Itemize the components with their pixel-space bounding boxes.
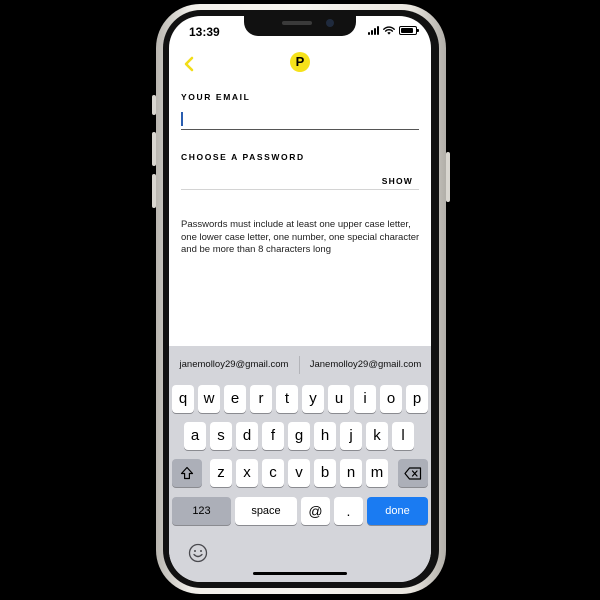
numbers-key[interactable]: 123: [172, 497, 231, 525]
text-cursor: [181, 112, 183, 126]
key-t[interactable]: t: [276, 385, 298, 413]
delete-key[interactable]: [398, 459, 428, 487]
battery-icon: [399, 26, 419, 35]
suggestion-1[interactable]: janemolloy29@gmail.com: [169, 346, 299, 384]
speaker: [282, 21, 312, 25]
key-c[interactable]: c: [262, 459, 284, 487]
key-d[interactable]: d: [236, 422, 258, 450]
key-s[interactable]: s: [210, 422, 232, 450]
front-camera: [326, 19, 334, 27]
emoji-button[interactable]: [187, 542, 209, 564]
key-v[interactable]: v: [288, 459, 310, 487]
signal-icon: [368, 26, 379, 35]
key-q[interactable]: q: [172, 385, 194, 413]
key-h[interactable]: h: [314, 422, 336, 450]
suggestion-2[interactable]: Janemolloy29@gmail.com: [300, 346, 431, 384]
key-r[interactable]: r: [250, 385, 272, 413]
show-password-button[interactable]: SHOW: [382, 176, 413, 186]
space-key[interactable]: space: [235, 497, 297, 525]
key-n[interactable]: n: [340, 459, 362, 487]
app-logo: P: [290, 52, 310, 72]
email-field[interactable]: [181, 108, 419, 130]
shift-icon: [180, 466, 194, 480]
chevron-left-icon: [184, 56, 194, 72]
key-l[interactable]: l: [392, 422, 414, 450]
email-label: YOUR EMAIL: [181, 92, 251, 102]
key-e[interactable]: e: [224, 385, 246, 413]
key-a[interactable]: a: [184, 422, 206, 450]
delete-icon: [404, 467, 422, 480]
key-x[interactable]: x: [236, 459, 258, 487]
side-button: [152, 95, 156, 115]
keyboard: janemolloy29@gmail.com Janemolloy29@gmai…: [169, 346, 431, 582]
back-button[interactable]: [179, 53, 201, 75]
wifi-icon: [383, 26, 395, 35]
key-z[interactable]: z: [210, 459, 232, 487]
at-key[interactable]: @: [301, 497, 330, 525]
shift-key[interactable]: [172, 459, 202, 487]
autofill-suggestion-bar: janemolloy29@gmail.com Janemolloy29@gmai…: [169, 346, 431, 384]
key-g[interactable]: g: [288, 422, 310, 450]
key-i[interactable]: i: [354, 385, 376, 413]
dot-key[interactable]: .: [334, 497, 363, 525]
password-field[interactable]: SHOW: [181, 168, 419, 190]
key-m[interactable]: m: [366, 459, 388, 487]
status-icons: [368, 26, 419, 35]
key-y[interactable]: y: [302, 385, 324, 413]
notch: [244, 16, 356, 36]
password-requirements: Passwords must include at least one uppe…: [181, 219, 420, 255]
key-u[interactable]: u: [328, 385, 350, 413]
status-time: 13:39: [189, 25, 220, 39]
key-j[interactable]: j: [340, 422, 362, 450]
home-indicator[interactable]: [253, 572, 347, 575]
done-key[interactable]: done: [367, 497, 428, 525]
phone-screen: 13:39 P YOUR EMAIL CHOOSE A PASSWORD SHO…: [169, 16, 431, 582]
volume-up-button: [152, 132, 156, 166]
volume-down-button: [152, 174, 156, 208]
key-k[interactable]: k: [366, 422, 388, 450]
key-o[interactable]: o: [380, 385, 402, 413]
power-button: [446, 152, 450, 202]
emoji-icon: [188, 543, 208, 563]
password-label: CHOOSE A PASSWORD: [181, 152, 305, 162]
key-f[interactable]: f: [262, 422, 284, 450]
status-bar: 13:39: [169, 16, 431, 48]
key-p[interactable]: p: [406, 385, 428, 413]
key-b[interactable]: b: [314, 459, 336, 487]
key-w[interactable]: w: [198, 385, 220, 413]
